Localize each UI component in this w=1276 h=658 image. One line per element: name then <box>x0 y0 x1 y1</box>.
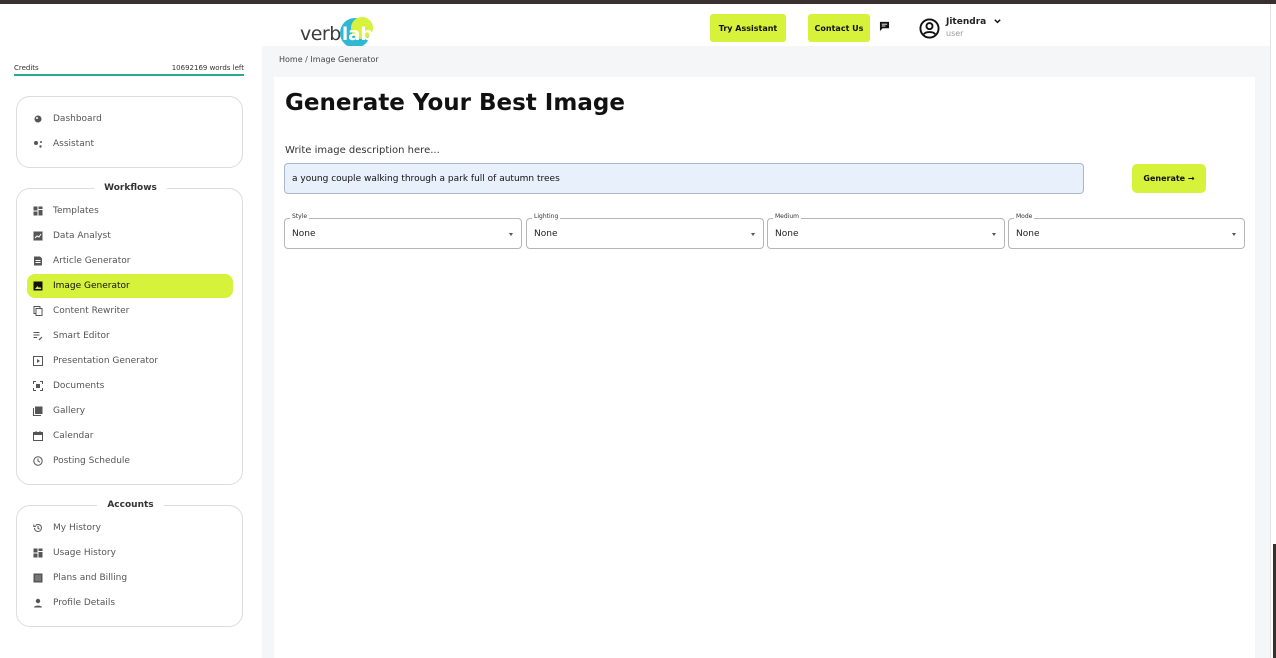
sidebar-item-article-generator[interactable]: Article Generator <box>27 249 233 273</box>
documents-icon <box>33 381 43 391</box>
article-icon <box>34 256 42 266</box>
page-title: Generate Your Best Image <box>285 90 625 116</box>
medium-select[interactable]: Medium None <box>767 213 1005 249</box>
sidebar-item-data-analyst[interactable]: Data Analyst <box>27 224 233 248</box>
sidebar-item-usage-history[interactable]: Usage History <box>27 541 233 565</box>
verbilab-logo[interactable]: verbi lab <box>300 10 380 48</box>
workflows-title: Workflows <box>94 183 167 193</box>
person-icon <box>34 598 42 608</box>
user-role: user <box>946 29 964 38</box>
caret-down-icon <box>1232 233 1236 236</box>
calendar-icon <box>33 431 43 441</box>
sidebar-item-image-generator[interactable]: Image Generator <box>27 274 233 298</box>
caret-down-icon <box>509 233 513 236</box>
page-scrollbar[interactable] <box>1270 4 1276 658</box>
chevron-down-icon[interactable] <box>993 17 1002 26</box>
try-assistant-button[interactable]: Try Assistant <box>710 14 786 42</box>
gallery-icon <box>33 406 43 416</box>
sidebar-item-posting-schedule[interactable]: Posting Schedule <box>27 449 233 473</box>
chat-icon[interactable] <box>879 21 890 31</box>
caret-down-icon <box>751 233 755 236</box>
accounts-panel: Accounts My History Usage History Plans … <box>16 500 243 627</box>
sidebar-item-plans-and-billing[interactable]: Plans and Billing <box>27 566 233 590</box>
sidebar-item-presentation-generator[interactable]: Presentation Generator <box>27 349 233 373</box>
palette-icon <box>34 115 42 123</box>
edit-lines-icon <box>33 332 43 341</box>
credits-meter: Credits 10692169 words left <box>14 64 244 76</box>
breadcrumb: Home / Image Generator <box>279 55 379 64</box>
sidebar-item-dashboard[interactable]: Dashboard <box>27 107 233 131</box>
mode-select[interactable]: Mode None <box>1008 213 1245 249</box>
copy-icon <box>33 306 43 316</box>
play-box-icon <box>33 356 43 366</box>
accounts-title: Accounts <box>97 500 164 510</box>
sidebar-item-templates[interactable]: Templates <box>27 199 233 223</box>
main-nav-panel: Dashboard Assistant <box>16 96 243 168</box>
caret-down-icon <box>992 233 996 236</box>
usage-icon <box>33 548 43 558</box>
sidebar-item-profile-details[interactable]: Profile Details <box>27 591 233 615</box>
description-label: Write image description here... <box>285 145 440 156</box>
breadcrumb-home[interactable]: Home <box>279 55 303 64</box>
sidebar-item-assistant[interactable]: Assistant <box>27 132 233 156</box>
history-icon <box>33 523 42 532</box>
style-select[interactable]: Style None <box>284 213 522 249</box>
contact-us-button[interactable]: Contact Us <box>808 14 870 42</box>
generate-button[interactable]: Generate → <box>1132 164 1206 193</box>
top-header: verbi lab Try Assistant Contact Us Jiten… <box>0 4 1270 48</box>
clock-icon <box>33 456 43 466</box>
billing-icon <box>33 573 43 583</box>
sidebar-item-gallery[interactable]: Gallery <box>27 399 233 423</box>
sidebar-item-content-rewriter[interactable]: Content Rewriter <box>27 299 233 323</box>
sidebar-item-calendar[interactable]: Calendar <box>27 424 233 448</box>
assistant-icon <box>34 141 42 148</box>
user-name[interactable]: Jitendra <box>946 17 986 27</box>
breadcrumb-current: Image Generator <box>310 55 379 64</box>
sidebar: Credits 10692169 words left Dashboard As… <box>0 46 262 658</box>
workflows-panel: Workflows Templates Data Analyst Article… <box>16 183 243 485</box>
sidebar-item-my-history[interactable]: My History <box>27 516 233 540</box>
templates-icon <box>33 206 43 216</box>
image-description-input[interactable] <box>284 163 1084 194</box>
user-avatar-icon[interactable] <box>919 18 940 39</box>
data-analyst-icon <box>33 231 43 241</box>
lighting-select[interactable]: Lighting None <box>526 213 764 249</box>
sidebar-item-documents[interactable]: Documents <box>27 374 233 398</box>
sidebar-item-smart-editor[interactable]: Smart Editor <box>27 324 233 348</box>
image-icon <box>33 281 43 291</box>
